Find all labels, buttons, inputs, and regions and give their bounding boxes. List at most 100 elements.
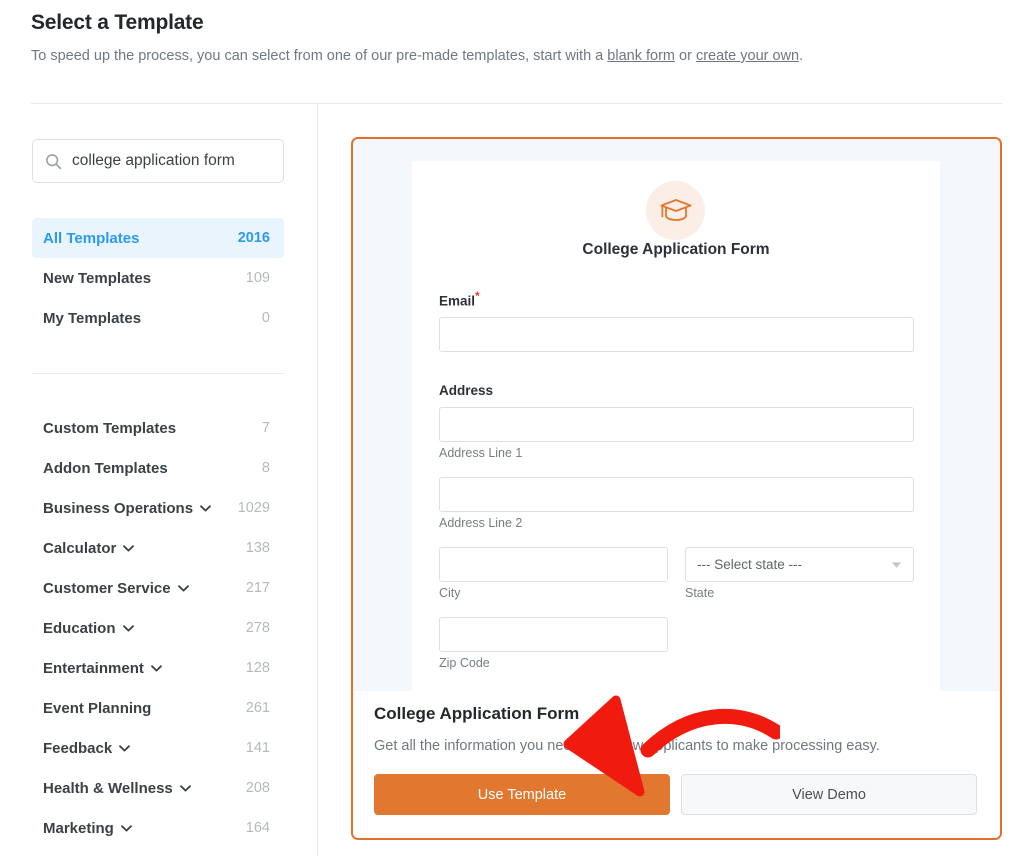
nav-item-text: Customer Service [43, 580, 171, 597]
address-line-1-sublabel: Address Line 1 [439, 446, 914, 460]
page-title: Select a Template [31, 11, 203, 35]
sidebar-category-entertainment[interactable]: Entertainment 128 [32, 648, 284, 688]
template-card-college-application-form[interactable]: College Application Form Email* Address … [351, 137, 1002, 840]
required-asterisk: * [475, 289, 480, 303]
sidebar-category-addon-templates[interactable]: Addon Templates8 [32, 448, 284, 488]
nav-item-count: 0 [262, 310, 270, 326]
sidebar-item-new-templates[interactable]: New Templates 109 [32, 258, 284, 298]
nav-item-label: My Templates [43, 310, 141, 327]
graduation-cap-icon [646, 181, 705, 240]
sidebar-category-marketing[interactable]: Marketing 164 [32, 808, 284, 848]
template-card-title: College Application Form [374, 704, 579, 724]
nav-item-text: Health & Wellness [43, 780, 173, 797]
nav-item-count: 138 [246, 540, 270, 556]
template-sidebar: All Templates2016 New Templates 109 My Temp… [0, 104, 318, 856]
nav-item-count: 208 [246, 780, 270, 796]
field-address-group-label: Address [439, 383, 914, 406]
sidebar-category-customer-service[interactable]: Customer Service 217 [32, 568, 284, 608]
graduation-cap-glyph [659, 196, 693, 226]
state-select-value: --- Select state --- [697, 557, 802, 572]
nav-item-text: Calculator [43, 540, 116, 557]
sidebar-category-event-planning[interactable]: Event Planning 261 [32, 688, 284, 728]
nav-item-count: 261 [246, 700, 270, 716]
zip-code-input[interactable] [439, 617, 668, 652]
search-box[interactable] [32, 139, 284, 183]
chevron-down-icon [151, 665, 162, 672]
page-subtitle: To speed up the process, you can select … [31, 48, 803, 64]
nav-item-label: Customer Service [43, 580, 189, 597]
sidebar-category-health-wellness[interactable]: Health & Wellness 208 [32, 768, 284, 808]
nav-item-label: Feedback [43, 740, 130, 757]
nav-item-text: Education [43, 620, 116, 637]
sidebar-category-calculator[interactable]: Calculator 138 [32, 528, 284, 568]
sidebar-divider [32, 373, 284, 374]
nav-item-count: 141 [246, 740, 270, 756]
nav-item-text: Custom Templates [43, 420, 176, 437]
subtitle-text-middle: or [675, 48, 696, 64]
sidebar-item-my-templates[interactable]: My Templates 0 [32, 298, 284, 338]
city-input[interactable] [439, 547, 668, 582]
state-sublabel: State [685, 586, 914, 600]
address-line-2-sublabel: Address Line 2 [439, 516, 914, 530]
address-line-1-input[interactable] [439, 407, 914, 442]
nav-item-label: Business Operations [43, 500, 211, 517]
view-demo-button[interactable]: View Demo [681, 774, 977, 815]
chevron-down-icon [121, 825, 132, 832]
nav-item-label: New Templates [43, 270, 151, 287]
nav-item-count: 109 [246, 270, 270, 286]
chevron-down-icon [119, 745, 130, 752]
nav-item-text: Event Planning [43, 700, 151, 717]
state-select[interactable]: --- Select state --- [685, 547, 914, 582]
template-card-description: Get all the information you need from ne… [374, 738, 880, 754]
sidebar-category-education[interactable]: Education 278 [32, 608, 284, 648]
field-state: --- Select state --- State [685, 547, 914, 600]
chevron-down-icon [180, 785, 191, 792]
email-input[interactable] [439, 317, 914, 352]
nav-item-label: Custom Templates [43, 420, 176, 437]
nav-item-label: Education [43, 620, 134, 637]
sidebar-primary-nav: All Templates2016 New Templates 109 My Temp… [32, 218, 284, 338]
field-city: City [439, 547, 668, 600]
sidebar-item-all-templates[interactable]: All Templates2016 [32, 218, 284, 258]
nav-item-count: 164 [246, 820, 270, 836]
sidebar-category-business-operations[interactable]: Business Operations 1029 [32, 488, 284, 528]
nav-item-text: Business Operations [43, 500, 193, 517]
search-icon [45, 153, 62, 170]
subtitle-text-prefix: To speed up the process, you can select … [31, 48, 607, 64]
nav-item-text: My Templates [43, 310, 141, 327]
nav-item-label: Addon Templates [43, 460, 168, 477]
nav-item-label: Marketing [43, 820, 132, 837]
field-email-label-text: Email [439, 294, 475, 309]
field-email: Email* [439, 290, 914, 352]
nav-item-label: Entertainment [43, 660, 162, 677]
nav-item-count: 278 [246, 620, 270, 636]
chevron-down-icon [123, 625, 134, 632]
blank-form-link[interactable]: blank form [607, 48, 675, 64]
use-template-button[interactable]: Use Template [374, 774, 670, 815]
field-address-line-1: Address Line 1 [439, 407, 914, 460]
template-card-footer: College Application Form Get all the inf… [353, 691, 1000, 838]
chevron-down-icon [123, 545, 134, 552]
search-input[interactable] [72, 152, 272, 170]
address-line-2-input[interactable] [439, 477, 914, 512]
nav-item-label: Calculator [43, 540, 134, 557]
sidebar-category-custom-templates[interactable]: Custom Templates7 [32, 408, 284, 448]
chevron-down-icon [178, 585, 189, 592]
city-sublabel: City [439, 586, 668, 600]
chevron-down-icon [891, 561, 902, 569]
sidebar-category-nav: Custom Templates7Addon Templates8Busines… [32, 408, 284, 848]
nav-item-text: New Templates [43, 270, 151, 287]
nav-item-count: 217 [246, 580, 270, 596]
create-your-own-link[interactable]: create your own [696, 48, 799, 64]
preview-form-heading: College Application Form [412, 241, 940, 259]
nav-item-text: Feedback [43, 740, 112, 757]
nav-item-text: All Templates [43, 230, 139, 247]
field-address-line-2: Address Line 2 [439, 477, 914, 530]
nav-item-label: Health & Wellness [43, 780, 191, 797]
zip-code-sublabel: Zip Code [439, 656, 668, 670]
chevron-down-icon [200, 505, 211, 512]
sidebar-category-feedback[interactable]: Feedback 141 [32, 728, 284, 768]
nav-item-count: 128 [246, 660, 270, 676]
template-preview-area: College Application Form Email* Address … [353, 139, 1000, 691]
nav-item-count: 1029 [238, 500, 270, 516]
